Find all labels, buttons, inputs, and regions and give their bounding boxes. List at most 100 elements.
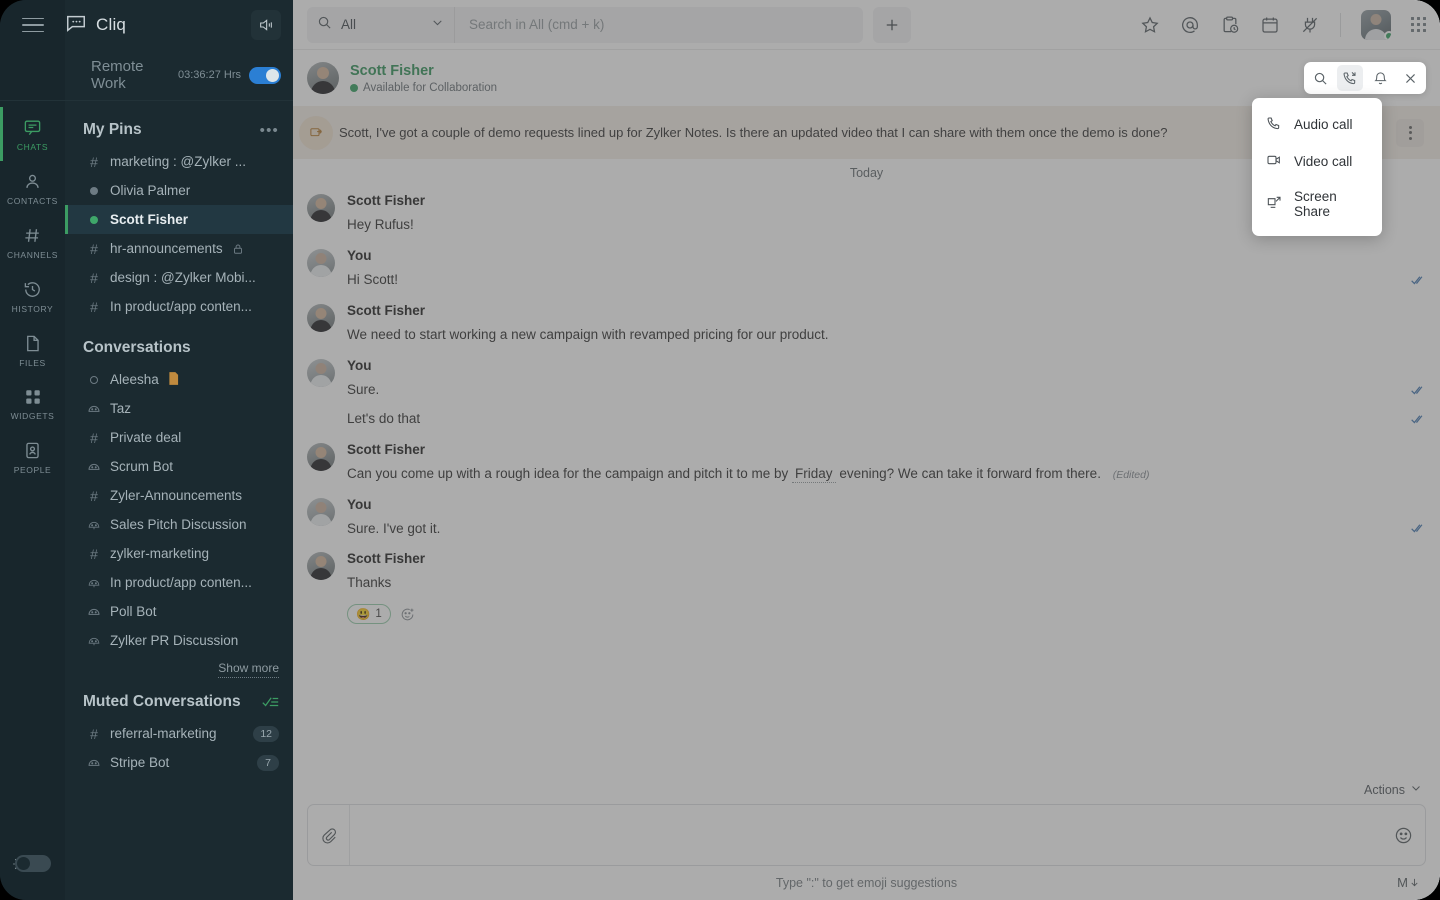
list-item[interactable]: # Private deal (65, 423, 293, 452)
list-item[interactable]: # zylker-marketing (65, 539, 293, 568)
list-item[interactable]: # design : @Zylker Mobi... (65, 263, 293, 292)
mention-at-icon[interactable] (1180, 15, 1200, 35)
hash-icon: # (90, 153, 98, 170)
avatar[interactable] (307, 248, 335, 277)
message-text: Can you come up with a rough idea for th… (347, 464, 1426, 485)
notifications-bell-icon[interactable] (1367, 65, 1393, 91)
rail-label: CHANNELS (6, 250, 59, 260)
my-pins-header: My Pins ••• (65, 111, 293, 147)
close-icon[interactable] (1397, 65, 1423, 91)
avatar[interactable] (307, 442, 335, 471)
list-item[interactable]: # referral-marketing 12 (65, 719, 293, 748)
top-bar: All (293, 0, 1440, 50)
group-chat-icon (87, 576, 101, 590)
reaction-chip[interactable]: 😃 1 (347, 604, 391, 625)
presence-dot-icon (87, 375, 101, 384)
calendar-icon[interactable] (1260, 15, 1280, 35)
message-body: You Sure. Let's do that (347, 358, 1426, 434)
avatar[interactable] (1361, 9, 1391, 40)
sidebar-item-contacts[interactable]: CONTACTS (0, 161, 65, 215)
star-icon[interactable] (1140, 15, 1160, 35)
hash-icon: # (90, 240, 98, 257)
list-item[interactable]: # In product/app conten... (65, 292, 293, 321)
list-item-label: In product/app conten... (110, 299, 252, 314)
apps-grid-icon[interactable] (1411, 17, 1426, 32)
presence-dot-icon (87, 215, 101, 224)
list-item-label: Scrum Bot (110, 459, 174, 474)
list-item-label: design : @Zylker Mobi... (110, 270, 256, 285)
menu-item-label: Video call (1294, 154, 1353, 169)
message-line: Let's do that (347, 405, 1426, 434)
list-item[interactable]: Zylker PR Discussion (65, 626, 293, 655)
message-body: Scott Fisher Thanks 😃 1 (347, 551, 1426, 626)
message-line: Sure. (347, 376, 1426, 405)
search-in-chat-icon[interactable] (1307, 65, 1333, 91)
status-bar[interactable]: Remote Work 03:36:27 Hrs (65, 50, 293, 101)
smart-date-chip[interactable]: Friday (792, 465, 836, 483)
hamburger-icon[interactable] (21, 17, 44, 33)
avatar[interactable] (307, 552, 335, 581)
list-item-scott-fisher[interactable]: Scott Fisher (65, 205, 293, 234)
speaker-icon[interactable] (251, 10, 281, 40)
hash-icon (23, 226, 42, 245)
list-item[interactable]: In product/app conten... (65, 568, 293, 597)
call-icon[interactable] (1337, 65, 1363, 91)
list-item-label: Poll Bot (110, 604, 157, 619)
message-list[interactable]: Today Scott Fisher Hey Rufus! You Hi Sco… (293, 159, 1440, 778)
list-item[interactable]: Olivia Palmer (65, 176, 293, 205)
theme-toggle[interactable] (12, 855, 51, 872)
my-pins-title: My Pins (83, 121, 142, 138)
menu-item-video-call[interactable]: Video call (1252, 143, 1382, 180)
plug-integrations-icon[interactable] (1300, 15, 1320, 35)
sidebar-item-chats[interactable]: CHATS (0, 107, 65, 161)
search-scope-selector[interactable]: All (307, 6, 455, 43)
menu-item-audio-call[interactable]: Audio call (1252, 106, 1382, 143)
sidebar-item-people[interactable]: PEOPLE (0, 430, 65, 484)
new-chat-button[interactable] (873, 6, 911, 43)
sidebar-scroll[interactable]: My Pins ••• # marketing : @Zylker ... Ol… (65, 101, 293, 900)
message-text-post: evening? We can take it forward from the… (839, 465, 1101, 481)
group-chat-icon (87, 634, 101, 648)
actions-row: Actions (307, 778, 1426, 804)
list-item[interactable]: # hr-announcements (65, 234, 293, 263)
sidebar-item-channels[interactable]: CHANNELS (0, 215, 65, 269)
list-item-label: Sales Pitch Discussion (110, 517, 247, 532)
avatar[interactable] (307, 303, 335, 332)
sidebar-item-history[interactable]: HISTORY (0, 269, 65, 323)
message-text: Thanks (347, 575, 392, 591)
paperclip-icon[interactable] (308, 805, 350, 865)
list-item[interactable]: Scrum Bot (65, 452, 293, 481)
message-author: Scott Fisher (347, 302, 426, 318)
list-item[interactable]: Stripe Bot 7 (65, 748, 293, 777)
search-scope-label: All (341, 17, 357, 32)
message-line: Hi Scott! (347, 266, 1426, 295)
list-item[interactable]: # marketing : @Zylker ... (65, 147, 293, 176)
list-item[interactable]: Aleesha (65, 365, 293, 394)
actions-dropdown[interactable]: Actions (1364, 782, 1422, 797)
list-item[interactable]: Poll Bot (65, 597, 293, 626)
list-item[interactable]: # Zyler-Announcements (65, 481, 293, 510)
avatar[interactable] (307, 194, 335, 222)
sidebar-item-files[interactable]: FILES (0, 323, 65, 377)
bot-icon (87, 460, 101, 474)
menu-item-screen-share[interactable]: Screen Share (1252, 180, 1382, 228)
avatar[interactable] (307, 497, 335, 526)
status-toggle[interactable] (249, 66, 281, 84)
avatar[interactable] (307, 62, 339, 94)
message-input[interactable] (350, 805, 1381, 865)
sidebar-item-widgets[interactable]: WIDGETS (0, 377, 65, 430)
avatar[interactable] (307, 358, 335, 387)
my-pins-more-icon[interactable]: ••• (260, 123, 279, 138)
list-item[interactable]: Sales Pitch Discussion (65, 510, 293, 539)
search-input[interactable] (455, 6, 863, 43)
more-vertical-icon[interactable] (1396, 118, 1424, 147)
mark-read-icon[interactable] (262, 695, 279, 709)
list-item[interactable]: Taz (65, 394, 293, 423)
menu-item-label: Audio call (1294, 117, 1353, 132)
add-reaction-icon[interactable] (400, 607, 415, 622)
read-receipt-icon (1411, 275, 1426, 286)
clipboard-clock-icon[interactable] (1220, 15, 1240, 35)
emoji-smiley-icon[interactable] (1381, 805, 1425, 865)
search-icon (317, 15, 332, 35)
show-more-button[interactable]: Show more (65, 655, 293, 679)
